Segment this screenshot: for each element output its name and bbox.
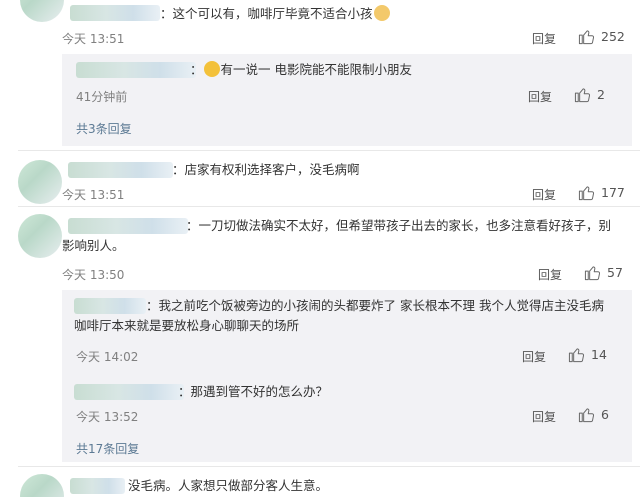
reply-box: ：我之前吃个饭被旁边的小孩闹的头都要炸了 家长根本不理 我个人觉得店主没毛病 咖… [62,290,632,462]
reply-time: 41分钟前 [76,90,128,104]
comment-time: 今天 13:50 [62,268,125,282]
reply-text: ：我之前吃个饭被旁边的小孩闹的头都要炸了 家长根本不理 我个人觉得店主没毛病 咖… [74,298,604,333]
reply-button[interactable]: 回复 [522,348,546,365]
reply-box: ：有一说一 电影院能不能限制小朋友 41分钟前 回复 2 共3条回复 [62,54,632,146]
reply-button[interactable]: 回复 [528,88,552,105]
avatar[interactable] [18,214,62,258]
comment-text: ：店家有权利选择客户，没毛病啊 [172,162,360,177]
username-blurred[interactable] [70,5,160,21]
like-button[interactable]: 177 [578,184,625,201]
more-replies-link[interactable]: 共3条回复 [76,120,132,137]
comment-text: 没毛病。人家想只做部分客人生意。 [128,478,329,493]
like-button[interactable]: 6 [578,406,609,423]
comment-text: ：一刀切做法确实不太好，但希望带孩子出去的家长，也多注意看好孩子，别影响别人。 [62,218,612,253]
thumbs-up-icon [574,88,591,103]
laughing-emoji [203,61,220,77]
comment-2: ：店家有权利选择客户，没毛病啊 今天 13:51 回复 177 [0,150,640,205]
like-count: 57 [607,265,623,280]
reply-time: 今天 14:02 [76,350,139,364]
username-blurred[interactable] [74,384,184,400]
like-count: 14 [591,347,607,362]
like-count: 252 [601,29,625,44]
like-button[interactable]: 252 [578,28,625,45]
comment-1: ：这个可以有，咖啡厅毕竟不适合小孩 今天 13:51 回复 252 ：有一说一 … [0,0,640,150]
like-button[interactable]: 14 [568,346,607,363]
thumbs-up-icon [568,348,585,363]
comment-time: 今天 13:51 [62,188,125,202]
comment-3: ：一刀切做法确实不太好，但希望带孩子出去的家长，也多注意看好孩子，别影响别人。 … [0,206,640,462]
comment-time: 今天 13:51 [62,32,125,46]
like-count: 6 [601,407,609,422]
reply-button[interactable]: 回复 [532,408,556,425]
thumbs-up-icon [578,408,595,423]
like-button[interactable]: 57 [584,264,623,281]
like-button[interactable]: 2 [574,86,605,103]
reply-button[interactable]: 回复 [532,186,556,203]
reply-text: ：那遇到管不好的怎么办？ [178,384,329,399]
avatar[interactable] [18,160,62,204]
avatar[interactable] [20,474,64,497]
username-blurred[interactable] [68,162,173,178]
reply-text: ：有一说一 电影院能不能限制小朋友 [190,61,412,77]
like-count: 2 [597,87,605,102]
dog-face-emoji [373,5,390,21]
reply-time: 今天 13:52 [76,410,139,424]
comment-text: ：这个可以有，咖啡厅毕竟不适合小孩 [160,4,391,24]
comment-4: 没毛病。人家想只做部分客人生意。 [0,466,640,497]
avatar[interactable] [20,0,64,22]
thumbs-up-icon [584,266,601,281]
username-blurred[interactable] [76,62,196,78]
thumbs-up-icon [578,30,595,45]
username-blurred[interactable] [70,478,125,494]
reply-button[interactable]: 回复 [538,266,562,283]
reply-button[interactable]: 回复 [532,30,556,47]
more-replies-link[interactable]: 共17条回复 [76,440,139,457]
like-count: 177 [601,185,625,200]
thumbs-up-icon [578,186,595,201]
